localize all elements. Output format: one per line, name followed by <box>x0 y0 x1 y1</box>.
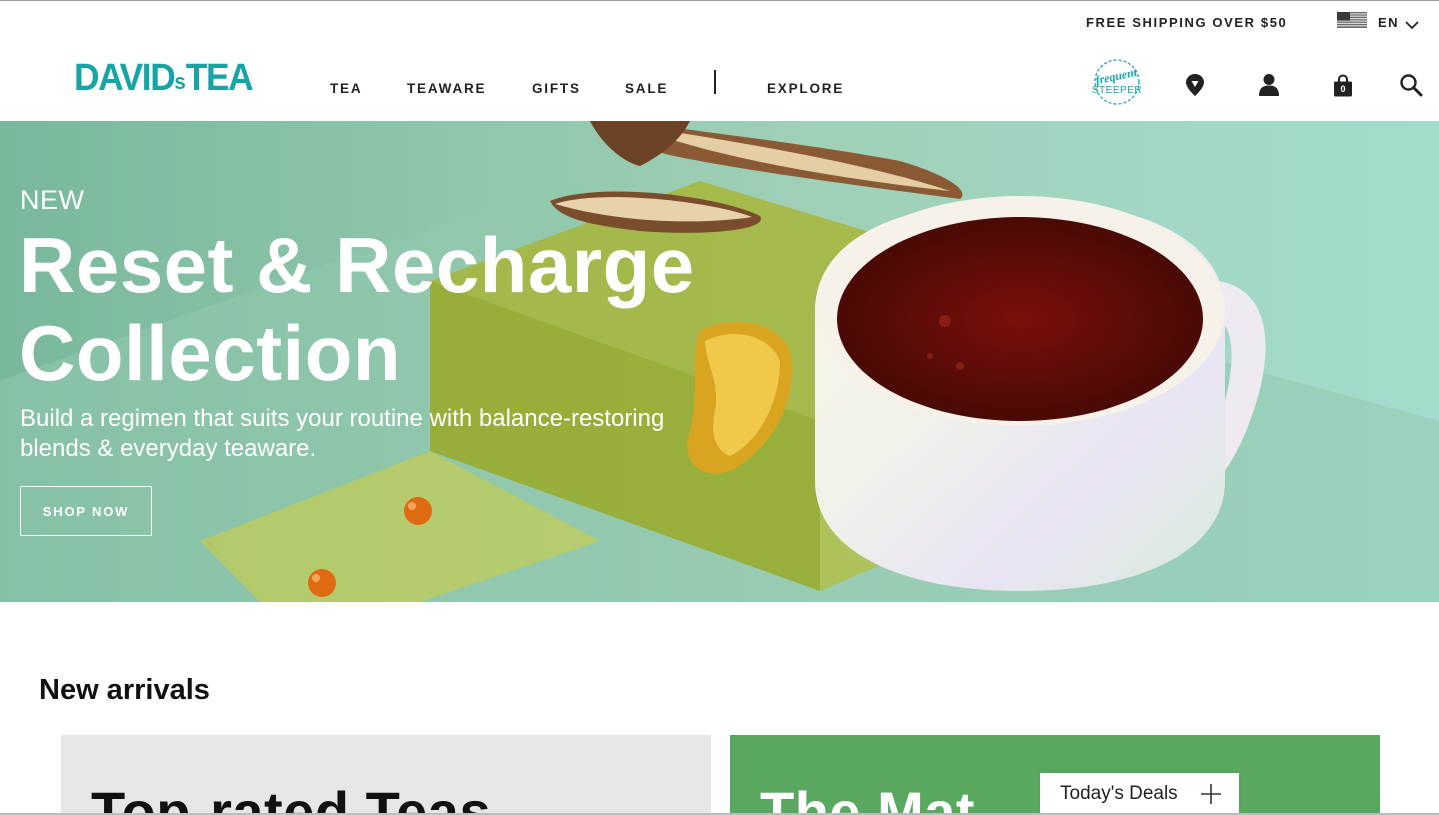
nav-divider <box>714 70 716 94</box>
card-title: The Mat <box>760 780 976 815</box>
nav-sale[interactable]: SALE <box>625 81 668 96</box>
cart-count: 0 <box>1340 84 1346 94</box>
logo-tea: TEA <box>185 57 254 99</box>
hero-title-line-1: Reset & Recharge <box>19 221 695 309</box>
todays-deals-label: Today's Deals <box>1060 783 1178 804</box>
davidstea-logo[interactable]: DAVIDsTEA <box>74 57 254 99</box>
us-flag-icon[interactable] <box>1337 12 1367 28</box>
top-border <box>0 0 1439 1</box>
shop-now-button[interactable]: SHOP NOW <box>20 486 152 536</box>
nav-teaware[interactable]: TEAWARE <box>407 81 486 96</box>
chevron-down-icon[interactable] <box>1405 17 1419 30</box>
nav-gifts[interactable]: GIFTS <box>532 81 581 96</box>
hero-subtitle: Build a regimen that suits your routine … <box>20 404 820 464</box>
nav-tea[interactable]: TEA <box>330 81 362 96</box>
card-title: Top-rated Teas <box>91 780 492 815</box>
free-shipping-banner: FREE SHIPPING OVER $50 <box>1086 15 1288 30</box>
card-top-rated-teas[interactable]: Top-rated Teas <box>61 735 711 815</box>
store-locator-icon[interactable] <box>1182 72 1208 98</box>
hero-banner[interactable]: NEW Reset & Recharge Collection Build a … <box>0 121 1439 602</box>
language-selector[interactable]: EN <box>1378 15 1399 30</box>
hero-subtitle-line-1: Build a regimen that suits your routine … <box>20 405 665 432</box>
logo-s: s <box>174 69 186 94</box>
todays-deals-button[interactable]: Today's Deals <box>1040 773 1239 815</box>
search-icon[interactable] <box>1398 72 1424 98</box>
account-icon[interactable] <box>1256 72 1282 98</box>
plus-icon <box>1200 783 1222 805</box>
badge-top-text: frequent <box>1094 65 1139 88</box>
badge-bottom-text: STEEPER <box>1092 85 1142 96</box>
logo-davids: DAVIDs <box>74 57 186 99</box>
nav-explore[interactable]: EXPLORE <box>767 81 844 96</box>
new-arrivals-heading: New arrivals <box>39 674 210 706</box>
hero-title-line-2: Collection <box>19 309 402 397</box>
hero-kicker: NEW <box>20 185 85 215</box>
hero-title: Reset & Recharge Collection <box>19 221 839 397</box>
frequent-steeper-badge[interactable]: frequent STEEPER <box>1089 58 1145 106</box>
hero-subtitle-line-2: blends & everyday teaware. <box>20 435 317 462</box>
